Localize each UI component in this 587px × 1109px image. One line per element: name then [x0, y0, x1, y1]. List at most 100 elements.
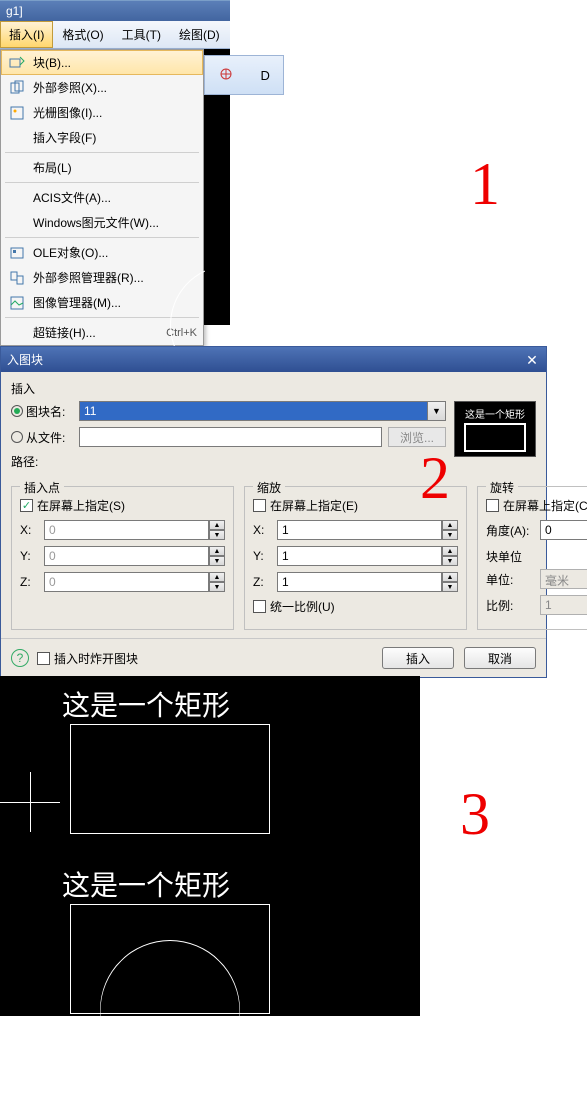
menu-tools[interactable]: 工具(T) — [113, 21, 170, 48]
spin-up-icon[interactable]: ▲ — [209, 572, 225, 582]
chk-onscreen-insertpoint-label: 在屏幕上指定(S) — [37, 497, 125, 514]
checkbox-unchecked-icon — [253, 499, 266, 512]
close-icon[interactable]: ✕ — [524, 352, 540, 368]
combo-dropdown-icon[interactable]: ▼ — [428, 401, 446, 421]
spin-down-icon[interactable]: ▼ — [209, 530, 225, 540]
menu-item-layout[interactable]: 布局(L) — [1, 155, 203, 180]
menu-draw[interactable]: 绘图(D) — [170, 21, 229, 48]
z-label: Z: — [20, 575, 38, 589]
spin-up-icon[interactable]: ▲ — [442, 546, 458, 556]
radio-checked-icon — [11, 405, 23, 417]
spin-up-icon[interactable]: ▲ — [209, 546, 225, 556]
radio-from-file-label: 从文件: — [26, 429, 65, 446]
menu-item-xref[interactable]: 外部参照(X)... — [1, 75, 203, 100]
scale-x-input[interactable] — [277, 520, 442, 540]
dialog-title: 入图块 — [7, 351, 43, 368]
spin-down-icon[interactable]: ▼ — [442, 556, 458, 566]
canvas-text-2: 这是一个矩形 — [62, 864, 230, 904]
spin-up-icon[interactable]: ▲ — [442, 572, 458, 582]
menu-item-raster-label: 光栅图像(I)... — [33, 104, 197, 121]
group-insert-point: 插入点 ✓ 在屏幕上指定(S) X:▲▼ Y:▲▼ Z:▲▼ — [11, 486, 234, 630]
blank-icon — [7, 190, 27, 206]
menu-item-hyperlink-label: 超链接(H)... — [33, 324, 158, 341]
x-label: X: — [20, 523, 38, 537]
menu-item-block-label: 块(B)... — [33, 54, 197, 71]
path-label: 路径: — [11, 453, 73, 470]
menu-item-field[interactable]: 插入字段(F) — [1, 125, 203, 150]
group-insert-point-title: 插入点 — [20, 479, 64, 496]
y-label: Y: — [20, 549, 38, 563]
insert-x-input[interactable] — [44, 520, 209, 540]
raster-icon — [7, 105, 27, 121]
scale-y-input[interactable] — [277, 546, 442, 566]
chk-explode[interactable]: 插入时炸开图块 — [37, 650, 138, 667]
spin-up-icon[interactable]: ▲ — [209, 520, 225, 530]
menu-item-acis-label: ACIS文件(A)... — [33, 189, 197, 206]
menu-item-acis[interactable]: ACIS文件(A)... — [1, 185, 203, 210]
toolbar-letter: D — [260, 68, 269, 83]
radio-block-name-label: 图块名: — [26, 403, 65, 420]
menu-item-ole-label: OLE对象(O)... — [33, 244, 197, 261]
preview-text: 这是一个矩形 — [465, 406, 525, 421]
chk-uniform-scale-label: 统一比例(U) — [270, 598, 335, 615]
separator — [5, 152, 199, 153]
group-rotate: 旋转 在屏幕上指定(C) 角度(A):▲▼ 块单位 单位:毫米 比例:1 — [477, 486, 587, 630]
help-icon[interactable]: ? — [11, 649, 29, 667]
ratio-value: 1 — [540, 595, 587, 615]
menu-format[interactable]: 格式(O) — [53, 21, 112, 48]
chk-onscreen-rotate[interactable]: 在屏幕上指定(C) — [486, 497, 587, 514]
radio-block-name[interactable]: 图块名: — [11, 403, 73, 420]
chk-uniform-scale[interactable]: 统一比例(U) — [253, 598, 458, 615]
chk-onscreen-rotate-label: 在屏幕上指定(C) — [503, 497, 587, 514]
menu-item-xrefmgr[interactable]: 外部参照管理器(R)... — [1, 265, 203, 290]
insert-section-label: 插入 — [11, 380, 536, 397]
menu-item-wmf[interactable]: Windows图元文件(W)... — [1, 210, 203, 235]
from-file-input[interactable] — [79, 427, 382, 447]
scale-y-label: Y: — [253, 549, 271, 563]
chk-onscreen-insertpoint[interactable]: ✓ 在屏幕上指定(S) — [20, 497, 225, 514]
scale-z-label: Z: — [253, 575, 271, 589]
blank-icon — [7, 160, 27, 176]
dialog-titlebar[interactable]: 入图块 ✕ — [1, 347, 546, 372]
ole-icon — [7, 245, 27, 261]
blank-icon — [7, 325, 27, 341]
menubar: 插入(I) 格式(O) 工具(T) 绘图(D) — [0, 21, 230, 49]
spin-down-icon[interactable]: ▼ — [209, 582, 225, 592]
spin-up-icon[interactable]: ▲ — [442, 520, 458, 530]
window-title-fragment: g1] — [0, 0, 230, 21]
cancel-button[interactable]: 取消 — [464, 647, 536, 669]
insert-y-input[interactable] — [44, 546, 209, 566]
menu-item-block[interactable]: 块(B)... — [1, 50, 203, 75]
toolbar-fragment: D — [204, 55, 284, 95]
checkbox-unchecked-icon — [37, 652, 50, 665]
checkbox-unchecked-icon — [486, 499, 499, 512]
imgmgr-icon — [7, 295, 27, 311]
annotation-1: 1 — [470, 150, 500, 219]
group-scale-title: 缩放 — [253, 479, 285, 496]
canvas-result: 这是一个矩形 这是一个矩形 — [0, 676, 420, 1016]
radio-from-file[interactable]: 从文件: — [11, 429, 73, 446]
unit-label: 单位: — [486, 571, 534, 588]
unit-value: 毫米 — [540, 569, 587, 589]
menu-item-xrefmgr-label: 外部参照管理器(R)... — [33, 269, 197, 286]
menu-item-ole[interactable]: OLE对象(O)... — [1, 240, 203, 265]
canvas-text-1: 这是一个矩形 — [62, 684, 230, 724]
toolbar-icon-1[interactable] — [218, 66, 234, 85]
block-icon — [7, 55, 27, 71]
insert-z-input[interactable] — [44, 572, 209, 592]
scale-z-input[interactable] — [277, 572, 442, 592]
blank-icon — [7, 130, 27, 146]
spin-down-icon[interactable]: ▼ — [442, 582, 458, 592]
angle-input[interactable] — [540, 520, 587, 540]
menu-item-layout-label: 布局(L) — [33, 159, 197, 176]
spin-down-icon[interactable]: ▼ — [209, 556, 225, 566]
separator — [5, 237, 199, 238]
spin-down-icon[interactable]: ▼ — [442, 530, 458, 540]
menu-insert[interactable]: 插入(I) — [0, 21, 53, 48]
menu-item-raster[interactable]: 光栅图像(I)... — [1, 100, 203, 125]
insert-button[interactable]: 插入 — [382, 647, 454, 669]
angle-label: 角度(A): — [486, 522, 534, 539]
menu-item-xref-label: 外部参照(X)... — [33, 79, 197, 96]
block-name-combo[interactable] — [79, 401, 428, 421]
scale-x-label: X: — [253, 523, 271, 537]
